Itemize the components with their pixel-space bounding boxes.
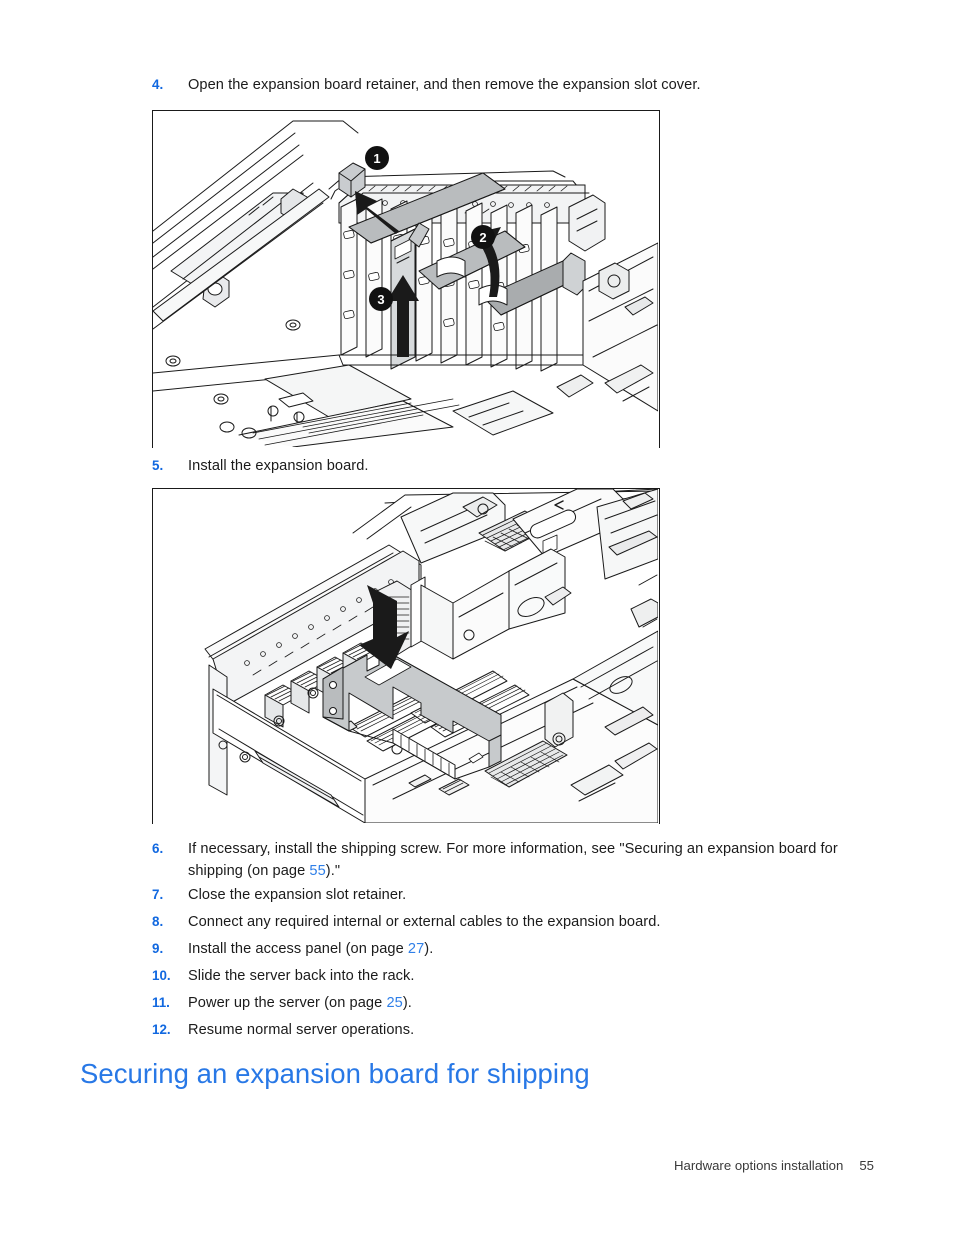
- step-text-after: ).": [325, 863, 341, 880]
- step-item-9: 9. Install the access panel (on page 27)…: [152, 938, 892, 960]
- figure-install-expansion-board: [152, 488, 660, 824]
- step-text-before: If necessary, install the shipping screw…: [188, 841, 838, 880]
- step-text: Close the expansion slot retainer.: [188, 887, 407, 903]
- step-item-4: 4. Open the expansion board retainer, an…: [152, 74, 892, 96]
- figure-2-illustration: [153, 489, 658, 823]
- step-number: 12.: [152, 1022, 171, 1037]
- step-number: 10.: [152, 968, 171, 983]
- step-text-after: ).: [424, 941, 434, 957]
- step-number: 9.: [152, 941, 164, 956]
- step-text: Power up the server (on page 25).: [188, 992, 892, 1014]
- step-text: Open the expansion board retainer, and t…: [188, 77, 701, 93]
- footer-section-label: Hardware options installation: [673, 1158, 844, 1173]
- step-text: Install the access panel (on page 27).: [188, 938, 892, 960]
- step-number: 5.: [152, 458, 164, 473]
- step-text: Slide the server back into the rack.: [188, 968, 415, 984]
- figure-1-illustration: 1 2 3: [153, 111, 658, 447]
- step-item-10: 10. Slide the server back into the rack.: [152, 965, 892, 987]
- document-page: 4. Open the expansion board retainer, an…: [0, 0, 954, 1235]
- footer-page-number: 55: [859, 1158, 874, 1173]
- step-text-before: Power up the server (on page: [188, 995, 387, 1011]
- step-item-5: 5. Install the expansion board.: [152, 455, 892, 477]
- svg-text:2: 2: [479, 230, 486, 245]
- step-text-before: Install the access panel (on page: [188, 941, 408, 957]
- callout-2: 2: [471, 225, 495, 249]
- step-item-8: 8. Connect any required internal or exte…: [152, 911, 892, 933]
- step-number: 6.: [152, 841, 164, 856]
- step-item-11: 11. Power up the server (on page 25).: [152, 992, 892, 1014]
- step-number: 4.: [152, 77, 164, 92]
- step-number: 7.: [152, 887, 164, 902]
- page-reference-link[interactable]: 55: [309, 863, 325, 879]
- page-title: Securing an expansion board for shipping: [80, 1058, 590, 1089]
- page-reference-link[interactable]: 27: [408, 941, 424, 957]
- svg-text:1: 1: [373, 151, 380, 166]
- step-text-after: ).: [402, 995, 412, 1011]
- callout-1: 1: [365, 146, 389, 170]
- figure-expansion-retainer: 1 2 3: [152, 110, 660, 448]
- step-number: 11.: [152, 995, 170, 1010]
- step-item-7: 7. Close the expansion slot retainer.: [152, 884, 892, 906]
- step-item-6: 6. If necessary, install the shipping sc…: [152, 838, 892, 882]
- step-text: If necessary, install the shipping screw…: [188, 838, 892, 882]
- step-number: 8.: [152, 914, 164, 929]
- page-footer: Hardware options installation 55: [674, 1158, 874, 1173]
- step-text: Install the expansion board.: [188, 458, 369, 474]
- callout-3: 3: [369, 287, 393, 311]
- step-item-12: 12. Resume normal server operations.: [152, 1019, 892, 1041]
- step-text: Connect any required internal or externa…: [188, 914, 661, 930]
- svg-text:3: 3: [377, 292, 384, 307]
- step-text: Resume normal server operations.: [188, 1022, 415, 1038]
- page-reference-link[interactable]: 25: [386, 995, 402, 1011]
